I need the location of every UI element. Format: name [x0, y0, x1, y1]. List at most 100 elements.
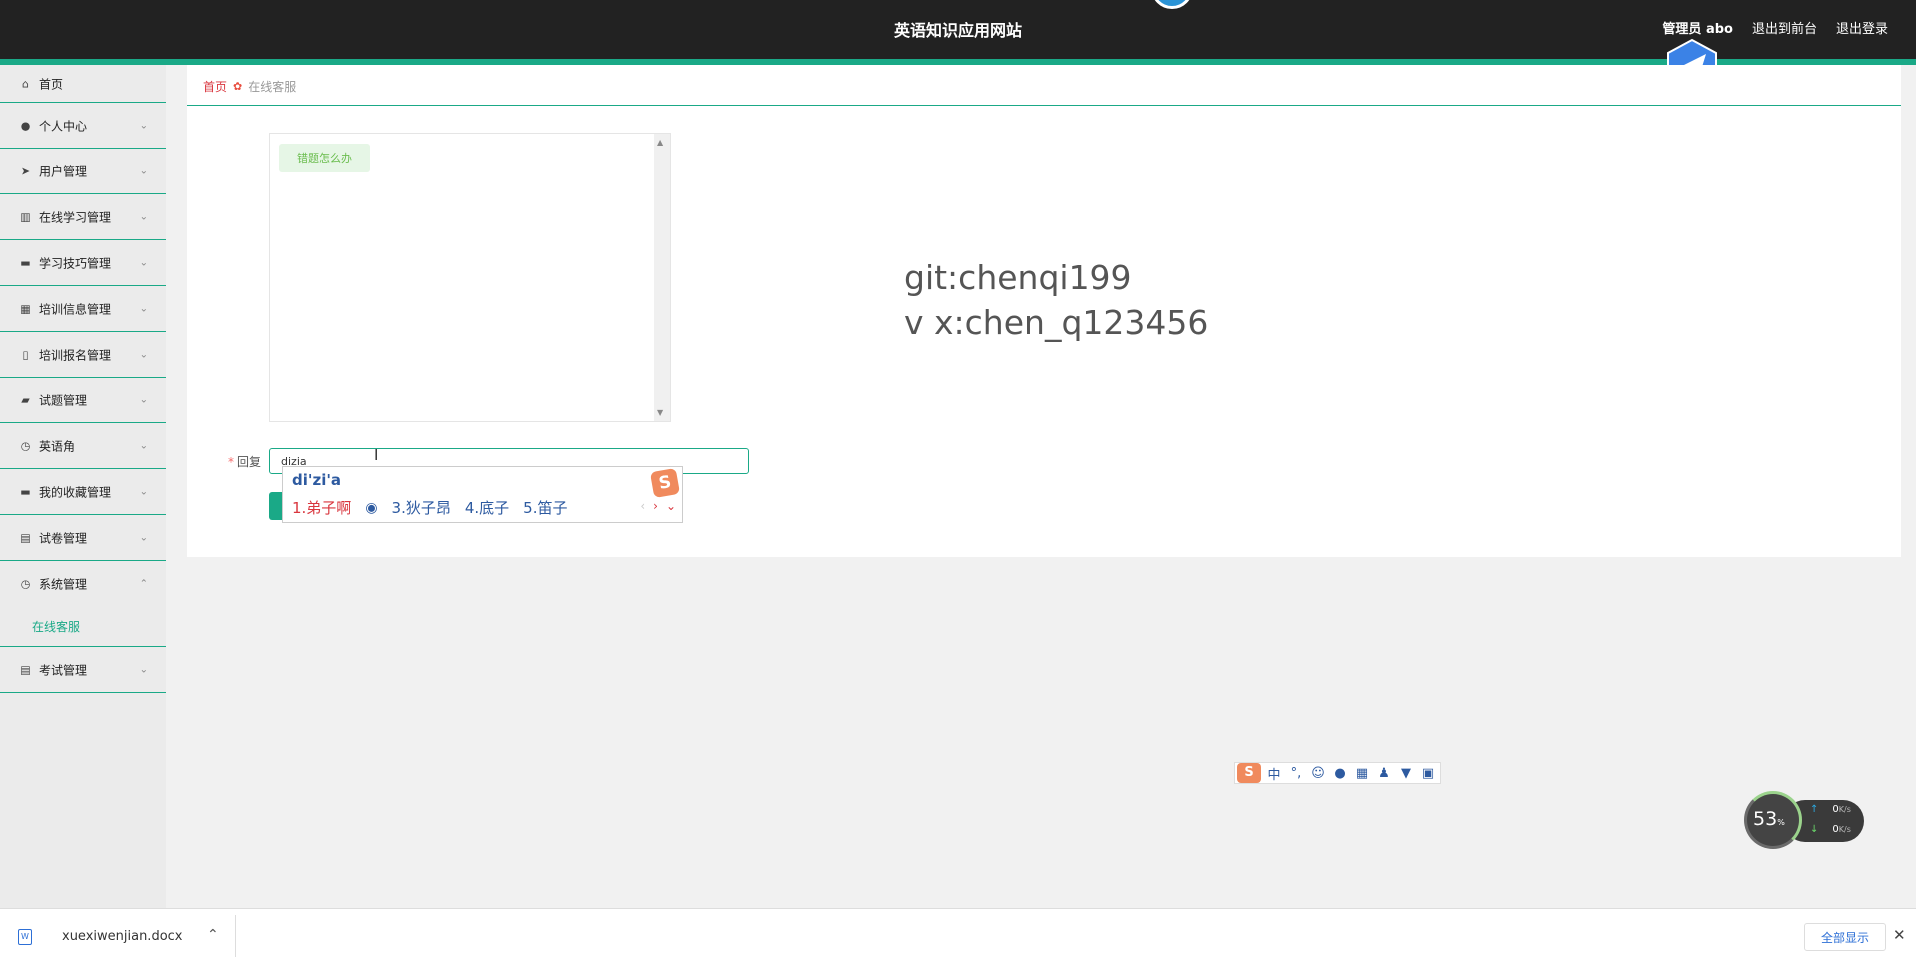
- chevron-down-icon: ⌄: [139, 349, 148, 360]
- sidebar-item-english-corner[interactable]: ◷ 英语角 ⌄: [0, 423, 166, 469]
- ime-candidate-list: 1.弟子啊 ◉ 3.狄子昂 4.底子 5.笛子: [292, 497, 581, 518]
- sidebar-item-training-info[interactable]: ▦ 培训信息管理 ⌄: [0, 286, 166, 332]
- sidebar-subitem-online-service[interactable]: 在线客服: [0, 607, 166, 647]
- sidebar-item-question-management[interactable]: ▰ 试题管理 ⌄: [0, 378, 166, 423]
- chevron-down-icon: ⌄: [139, 120, 148, 131]
- sidebar-item-label: 系统管理: [39, 577, 88, 592]
- ime-toolbar: S 中 °, ☺ ● ▦ ♟ ▼ ▣: [1234, 762, 1441, 784]
- cpu-usage-value: 53%: [1753, 808, 1785, 830]
- chevron-up-icon[interactable]: ⌃: [207, 927, 219, 943]
- chevron-down-icon: ⌄: [139, 165, 148, 177]
- eye-icon[interactable]: ◉: [365, 500, 377, 516]
- sidebar-item-personal-center[interactable]: ● 个人中心 ⌄: [0, 103, 166, 149]
- header-actions: 管理员 abo 退出到前台 退出登录: [1662, 18, 1888, 37]
- chevron-down-icon: ⌄: [139, 211, 148, 222]
- chevron-down-icon: ⌄: [139, 440, 148, 451]
- ime-candidate[interactable]: 3.狄子昂: [392, 497, 451, 518]
- cpu-percent-unit: %: [1777, 818, 1785, 827]
- sidebar: ⌂ 首页 ● 个人中心 ⌄ ➤ 用户管理 ⌄ ▥ 在线学习管理 ⌄ ▬ 学习技巧…: [0, 65, 166, 908]
- sidebar-item-paper-management[interactable]: ▤ 试卷管理 ⌄: [0, 515, 166, 561]
- watermark-text: git:chenqi199 v x:chen_q123456: [904, 255, 1208, 345]
- sidebar-item-home[interactable]: ⌂ 首页: [0, 65, 166, 103]
- user-icon: ●: [20, 119, 31, 132]
- sidebar-item-user-management[interactable]: ➤ 用户管理 ⌄: [0, 149, 166, 194]
- chevron-down-icon: ⌄: [139, 394, 148, 406]
- download-divider: [235, 915, 236, 957]
- download-file-name[interactable]: xuexiwenjian.docx: [62, 929, 183, 944]
- emoji-icon[interactable]: ☺: [1309, 766, 1327, 781]
- toolbox-icon[interactable]: ▣: [1419, 766, 1437, 781]
- comment-icon: ▬: [20, 485, 31, 498]
- sidebar-item-label: 试卷管理: [39, 531, 88, 545]
- prev-page-icon[interactable]: ‹: [640, 499, 645, 513]
- sidebar-item-label: 培训报名管理: [39, 348, 112, 362]
- chevron-down-icon: ⌄: [139, 532, 148, 543]
- chat-scrollbar[interactable]: ▲ ▼: [654, 134, 670, 421]
- logout-link[interactable]: 退出登录: [1836, 18, 1888, 37]
- sidebar-item-label: 考试管理: [39, 663, 88, 677]
- sidebar-item-label: 我的收藏管理: [39, 485, 112, 499]
- admin-user-label: 管理员 abo: [1662, 22, 1733, 37]
- breadcrumb-current: 在线客服: [248, 80, 297, 94]
- grid-icon: ▦: [20, 302, 31, 315]
- clipboard-icon: ▤: [20, 531, 31, 544]
- ime-pinyin: di'zi'a: [292, 471, 342, 489]
- chevron-down-icon: ⌄: [139, 303, 148, 314]
- ime-candidate[interactable]: 4.底子: [465, 497, 509, 518]
- next-page-icon[interactable]: ›: [653, 499, 658, 513]
- chevron-down-icon: ⌄: [139, 486, 148, 497]
- sidebar-item-online-learning[interactable]: ▥ 在线学习管理 ⌄: [0, 194, 166, 240]
- ime-candidate[interactable]: 1.弟子啊: [292, 497, 351, 518]
- sidebar-item-label: 首页: [39, 77, 64, 91]
- home-icon: ⌂: [22, 77, 29, 90]
- chevron-up-icon: ⌃: [139, 578, 148, 590]
- exit-to-front-link[interactable]: 退出到前台: [1752, 18, 1817, 37]
- scroll-down-icon[interactable]: ▼: [657, 408, 663, 417]
- scroll-up-icon[interactable]: ▲: [657, 138, 663, 147]
- watermark-line1: git:chenqi199: [904, 258, 1132, 297]
- sidebar-item-exam-management[interactable]: ▤ 考试管理 ⌄: [0, 647, 166, 693]
- sogou-logo-icon: S: [649, 467, 681, 499]
- sogou-logo-icon[interactable]: S: [1237, 763, 1261, 783]
- breadcrumb-separator-icon: ✿: [233, 80, 243, 93]
- sidebar-item-label: 培训信息管理: [39, 302, 112, 316]
- ime-candidate[interactable]: 5.笛子: [523, 497, 567, 518]
- cpu-percent: 53: [1753, 808, 1778, 830]
- close-icon[interactable]: ✕: [1893, 926, 1906, 944]
- reply-label-text: 回复: [237, 455, 262, 469]
- sidebar-item-study-tips[interactable]: ▬ 学习技巧管理 ⌄: [0, 240, 166, 286]
- breadcrumb-home-link[interactable]: 首页: [203, 78, 227, 95]
- download-shelf: W xuexiwenjian.docx ⌃ 全部显示 ✕: [0, 908, 1916, 962]
- send-icon: ➤: [20, 164, 31, 178]
- decorative-circle: [1151, 0, 1193, 9]
- sidebar-item-label: 英语角: [39, 439, 76, 453]
- clipboard-check-icon: ▤: [20, 663, 31, 676]
- sidebar-item-label: 学习技巧管理: [39, 256, 112, 270]
- chinese-mode-icon[interactable]: 中: [1265, 764, 1283, 783]
- download-speed: ↓ 0K/s: [1810, 824, 1851, 835]
- word-document-icon: W: [18, 929, 32, 945]
- punctuation-icon[interactable]: °,: [1287, 766, 1305, 781]
- sidebar-item-label: 用户管理: [39, 164, 88, 179]
- ime-pager: ‹ › ⌄: [640, 499, 676, 513]
- sidebar-item-training-signup[interactable]: ▯ 培训报名管理 ⌄: [0, 332, 166, 378]
- sidebar-item-system-management[interactable]: ◷ 系统管理 ⌃: [0, 561, 166, 607]
- expand-icon[interactable]: ⌄: [666, 499, 676, 513]
- reply-label: * 回复: [228, 453, 261, 470]
- sidebar-item-label: 个人中心: [39, 119, 88, 133]
- skin-icon[interactable]: ▼: [1397, 766, 1415, 781]
- download-arrow-icon: ↓: [1810, 824, 1819, 835]
- text-cursor-icon: I: [374, 446, 379, 464]
- upload-speed: ↑ 0K/s: [1810, 804, 1851, 815]
- chat-history-box[interactable]: 错题怎么办 ▲ ▼: [269, 133, 671, 422]
- network-speed-widget[interactable]: 53% ↑ 0K/s ↓ 0K/s: [1744, 791, 1864, 849]
- sidebar-item-favorites[interactable]: ▬ 我的收藏管理 ⌄: [0, 469, 166, 515]
- microphone-icon[interactable]: ●: [1331, 766, 1349, 781]
- show-all-button[interactable]: 全部显示: [1804, 923, 1886, 951]
- chevron-down-icon: ⌄: [139, 664, 148, 675]
- user-icon[interactable]: ♟: [1375, 766, 1393, 781]
- keyboard-icon[interactable]: ▦: [1353, 766, 1371, 781]
- upload-unit: K/s: [1838, 805, 1851, 814]
- chevron-down-icon: ⌄: [139, 257, 148, 268]
- upload-arrow-icon: ↑: [1810, 804, 1819, 815]
